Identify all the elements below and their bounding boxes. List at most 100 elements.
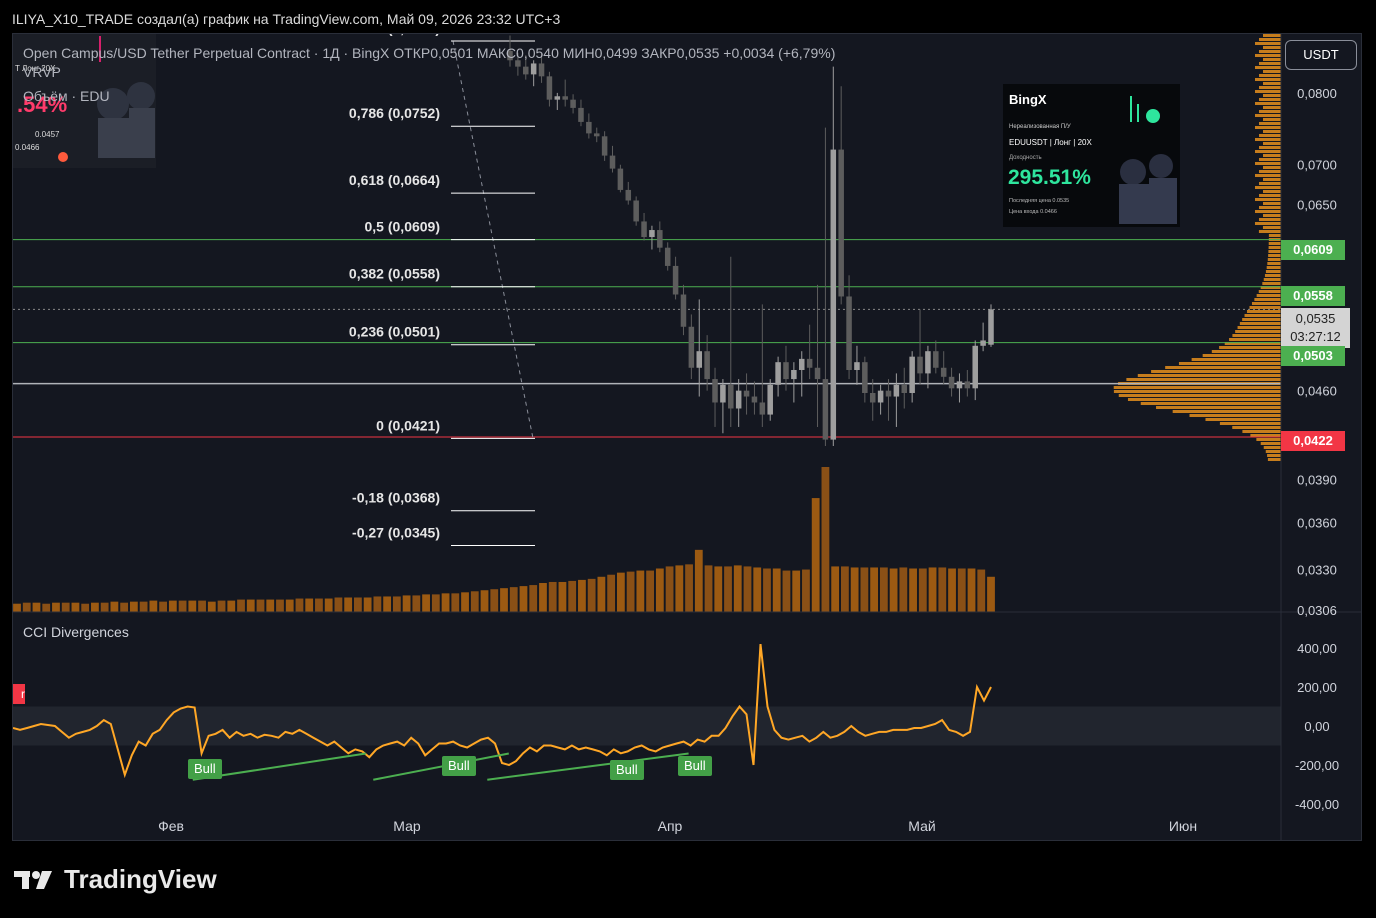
volume-bar — [373, 596, 382, 612]
candle-body — [523, 66, 529, 75]
card-brand: BingX — [1009, 92, 1047, 107]
vrvp-bar — [1172, 410, 1281, 413]
candle-body — [735, 390, 742, 409]
vrvp-bar — [1263, 142, 1281, 145]
volume-bar — [626, 571, 635, 612]
bull-signal-3: Bull — [610, 760, 644, 780]
candle-body — [625, 189, 632, 201]
candle-body — [728, 384, 734, 409]
vrvp-bar — [1259, 50, 1281, 53]
volume-bar — [860, 567, 869, 612]
card-entry-price: Цена входа 0.0466 — [1009, 209, 1057, 215]
vrvp-bar — [1264, 274, 1281, 277]
volume-bar — [987, 576, 995, 612]
vrvp-bar — [1268, 254, 1281, 257]
vrvp-bar — [1254, 186, 1281, 189]
vrvp-bar — [1156, 406, 1281, 409]
vrvp-bar — [1259, 38, 1281, 41]
volume-bar — [383, 596, 392, 612]
vrvp-bar — [1263, 118, 1281, 121]
volume-bar — [256, 599, 265, 612]
price-tag-0503: 0,0503 — [1281, 346, 1345, 366]
vrvp-bar — [1255, 66, 1281, 69]
bull-signal-1: Bull — [188, 759, 222, 779]
card-last-price: Последняя цена 0.0535 — [1009, 198, 1070, 204]
vrvp-bar — [1255, 54, 1281, 57]
candle-body — [570, 99, 576, 108]
volume-bar — [500, 588, 508, 612]
thumb-line3: 0.0466 — [15, 143, 40, 152]
vrvp-bar — [1267, 454, 1281, 457]
price-axis-tick: 0,0700 — [1297, 158, 1337, 173]
volume-bar — [704, 565, 713, 612]
current-price-value: 0,0535 — [1295, 311, 1336, 326]
volume-bar — [402, 595, 411, 612]
price-axis-tick: 0,0800 — [1297, 86, 1337, 101]
volume-bar — [266, 599, 275, 612]
volume-bar — [324, 598, 333, 612]
volume-bar — [188, 600, 197, 612]
candle-body — [822, 379, 829, 440]
candle-body — [751, 396, 758, 403]
volume-bar — [334, 597, 343, 612]
vrvp-bar — [1258, 182, 1281, 185]
vrvp-bar — [1255, 90, 1281, 93]
vrvp-bar — [1260, 442, 1281, 445]
volume-bar — [548, 581, 557, 612]
fib-label-7: -0,18 (0,0368) — [352, 490, 440, 506]
vrvp-bar — [1258, 194, 1281, 197]
symbol-legend[interactable]: Open Campus/USD Tether Perpetual Contrac… — [23, 45, 835, 61]
current-price-tag: 0,0535 03:27:12 — [1281, 308, 1350, 348]
vrvp-bar — [1232, 426, 1281, 429]
candle-body — [948, 376, 955, 389]
volume-bar — [451, 593, 460, 612]
vrvp-bar — [1263, 46, 1281, 49]
vrvp-bar — [1250, 434, 1281, 437]
volume-bar — [597, 576, 606, 612]
currency-button[interactable]: USDT — [1285, 40, 1357, 70]
vrvp-bar — [1263, 278, 1281, 281]
vrvp-bar — [1113, 386, 1281, 389]
vrvp-bar — [1258, 290, 1281, 293]
vrvp-bar — [1263, 34, 1281, 37]
vrvp-bar — [1255, 126, 1281, 129]
vrvp-legend[interactable]: VRVP — [23, 64, 61, 80]
vrvp-bar — [1265, 270, 1281, 273]
vrvp-bar — [1263, 58, 1281, 61]
volume-bar — [743, 566, 752, 612]
volume-bar — [217, 600, 226, 612]
volume-bar — [344, 597, 353, 612]
candle-body — [798, 358, 805, 371]
volume-bar — [977, 569, 986, 612]
vrvp-bar — [1255, 138, 1281, 141]
cci-band — [13, 706, 1281, 746]
volume-bar — [616, 572, 625, 612]
chart-frame[interactable]: 1 (0,0881) 0,786 (0,0752) 0,618 (0,0664) 0,… — [12, 33, 1362, 841]
vrvp-bar — [1235, 330, 1281, 333]
volume-bar — [646, 570, 654, 612]
volume-bar — [568, 580, 577, 612]
volume-bar — [100, 602, 109, 612]
volume-legend[interactable]: Объём · EDU — [23, 88, 110, 104]
tradingview-logo[interactable]: TradingView — [14, 864, 217, 895]
vrvp-bar — [1249, 306, 1281, 309]
price-tag-0609: 0,0609 — [1281, 240, 1345, 260]
cci-axis-tick: -200,00 — [1295, 758, 1339, 773]
candle-body — [578, 107, 584, 122]
vrvp-bar — [1229, 338, 1281, 341]
candle-body — [972, 345, 978, 389]
cci-title[interactable]: CCI Divergences — [23, 624, 129, 640]
vrvp-bar — [1262, 214, 1281, 217]
volume-bar — [831, 566, 840, 612]
vrvp-bar — [1118, 394, 1281, 397]
volume-bar — [782, 570, 791, 612]
candle-body — [783, 362, 789, 380]
vrvp-bar — [1259, 134, 1281, 137]
volume-bar — [539, 583, 547, 612]
candle-body — [854, 362, 860, 371]
candle-body — [925, 351, 931, 374]
bingx-pnl-card: BingX Нереализованная П/У EDUUSDT | Лонг… — [1003, 84, 1180, 227]
candle-body — [720, 384, 726, 403]
card-subtitle: Нереализованная П/У — [1009, 124, 1071, 130]
vrvp-bar — [1258, 230, 1281, 233]
